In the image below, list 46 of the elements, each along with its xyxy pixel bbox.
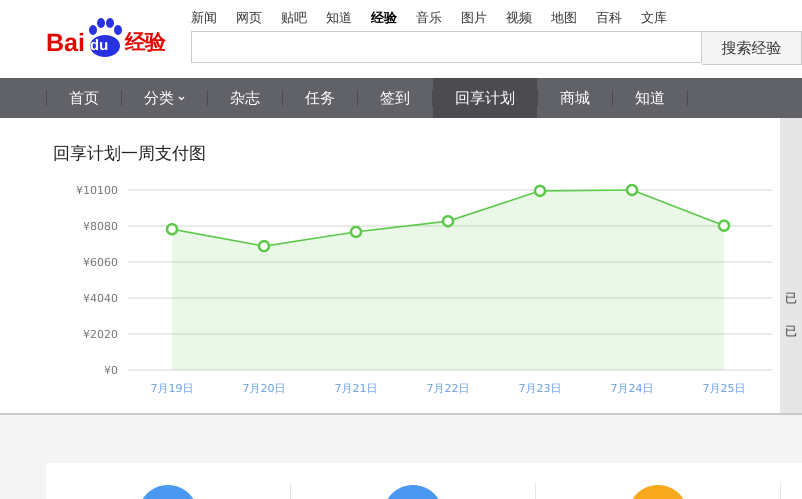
x-axis-label: 7月22日 (426, 382, 470, 395)
data-point (258, 240, 270, 252)
nav-tab[interactable]: 分类 (122, 78, 207, 118)
side-text: 已 (784, 323, 798, 340)
top-nav-link[interactable]: 视频 (506, 9, 551, 27)
x-axis-label: 7月24日 (610, 382, 654, 395)
nav-tab[interactable]: 知道 (613, 78, 687, 118)
y-axis-label: ¥2020 (83, 328, 118, 341)
y-axis-label: ¥4040 (83, 292, 118, 305)
nav-tab[interactable]: 首页 (47, 78, 121, 118)
y-axis-label: ¥6060 (83, 256, 118, 269)
logo-text: 经验 (124, 30, 165, 56)
top-nav-link[interactable]: 知道 (326, 9, 371, 27)
nav-tab[interactable]: 回享计划 (433, 78, 537, 118)
data-point (534, 184, 546, 198)
x-axis-label: 7月19日 (150, 382, 194, 395)
top-nav-link[interactable]: 文库 (641, 9, 686, 27)
data-point (626, 184, 638, 196)
data-point (442, 214, 454, 228)
x-axis-label: 7月23日 (518, 382, 562, 395)
top-nav-link[interactable]: 音乐 (416, 9, 461, 27)
data-point (350, 226, 362, 238)
y-axis-label: ¥8080 (83, 220, 118, 233)
x-axis-label: 7月25日 (702, 382, 746, 395)
top-nav-link[interactable]: 图片 (461, 9, 506, 27)
logo-text: Bai (46, 28, 85, 58)
top-nav-link[interactable]: 百科 (596, 9, 641, 27)
y-axis-label: ¥0 (104, 364, 118, 377)
top-nav-link[interactable]: 经验 (371, 9, 416, 27)
top-nav-link[interactable]: 地图 (551, 9, 596, 27)
data-point (718, 219, 730, 232)
search-button[interactable]: 搜索经验 (702, 31, 802, 65)
side-text: 已 (784, 290, 798, 307)
top-nav-link[interactable]: 新闻 (191, 9, 236, 27)
data-point (166, 222, 178, 236)
chart-title: 回享计划一周支付图 (53, 143, 207, 166)
search-field[interactable] (191, 31, 702, 63)
y-axis-label: ¥10100 (76, 184, 118, 197)
nav-tab[interactable]: 签到 (358, 78, 432, 118)
x-axis-label: 7月20日 (242, 382, 286, 395)
nav-tab[interactable]: 商城 (538, 78, 612, 118)
nav-tab[interactable]: 任务 (283, 78, 357, 118)
nav-tab[interactable]: 杂志 (208, 78, 282, 118)
x-axis-label: 7月21日 (334, 382, 378, 395)
top-nav-link[interactable]: 网页 (236, 9, 281, 27)
top-nav-link[interactable]: 贴吧 (281, 9, 326, 27)
